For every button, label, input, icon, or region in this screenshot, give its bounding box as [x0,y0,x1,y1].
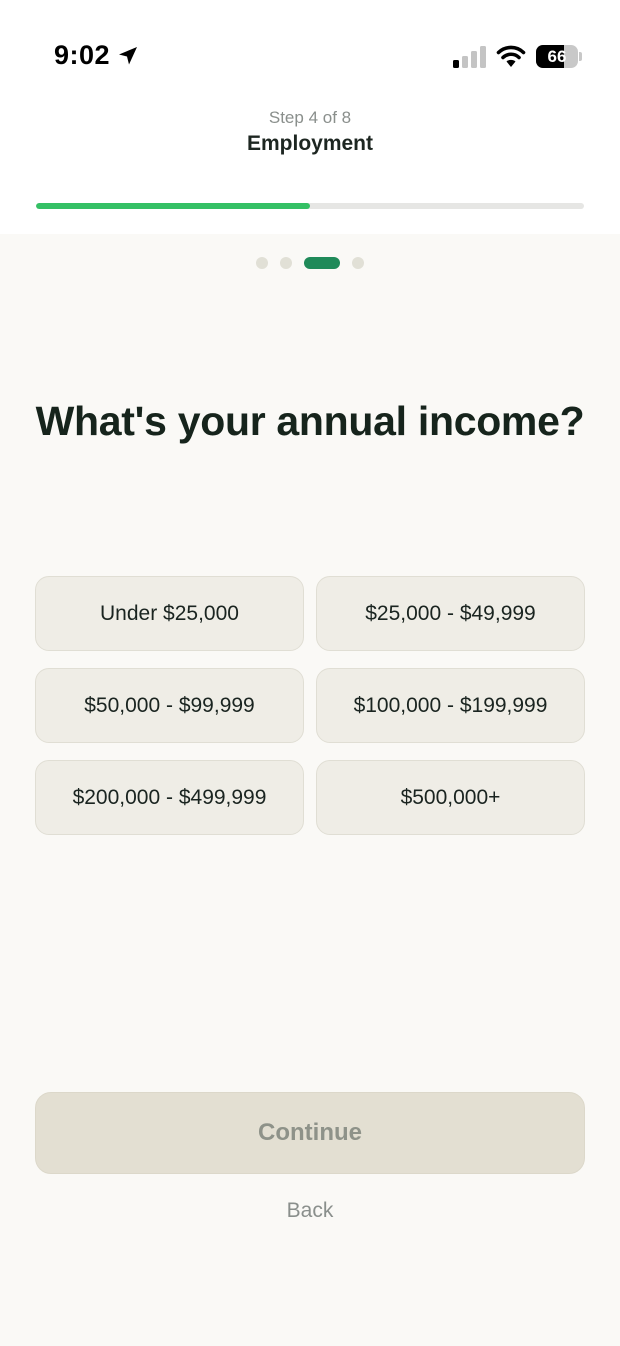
page-dot [280,256,292,269]
continue-button[interactable]: Continue [35,1092,585,1174]
option-500000-plus[interactable]: $500,000+ [316,760,585,835]
option-100000-199999[interactable]: $100,000 - $199,999 [316,668,585,743]
status-time: 9:02 [54,40,111,70]
section-title: Employment [246,132,374,155]
status-bar: 9:02 66 [0,0,620,100]
page-dot [256,256,268,269]
question-title: What's your annual income? [35,398,585,444]
page-dot [352,256,364,269]
progress-fill [36,203,310,209]
signal-icon [453,46,486,68]
wifi-icon [496,45,526,67]
page-indicator [256,256,364,269]
progress-bar [36,203,584,209]
header-area: 9:02 66 Step 4 of 8 Employment [0,0,620,234]
step-label: Step 4 of 8 [268,108,352,127]
option-50000-99999[interactable]: $50,000 - $99,999 [35,668,304,743]
option-200000-499999[interactable]: $200,000 - $499,999 [35,760,304,835]
page-dot [304,256,340,269]
option-under-25000[interactable]: Under $25,000 [35,576,304,651]
battery-level: 66 [547,47,567,66]
option-25000-49999[interactable]: $25,000 - $49,999 [316,576,585,651]
income-options: Under $25,000 $25,000 - $49,999 $50,000 … [35,576,585,835]
back-link[interactable]: Back [0,1199,620,1223]
battery-icon: 66 [536,45,582,68]
location-arrow-icon [119,47,137,65]
